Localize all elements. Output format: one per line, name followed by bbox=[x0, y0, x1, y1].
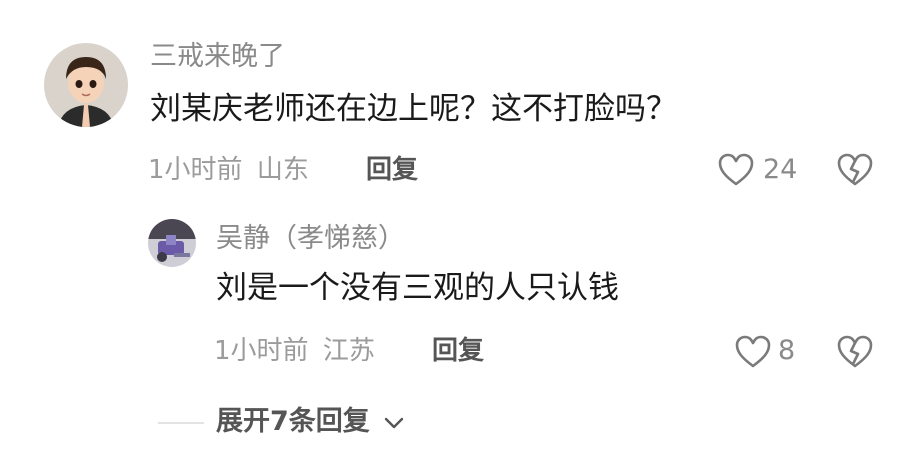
like-button[interactable] bbox=[717, 152, 755, 188]
like-count: 24 bbox=[763, 154, 798, 185]
reply-reply-button[interactable]: 回复 bbox=[432, 338, 484, 364]
broken-heart-icon bbox=[837, 153, 873, 186]
chevron-down-icon bbox=[385, 417, 404, 428]
reply-like-button[interactable] bbox=[734, 334, 772, 370]
heart-outline-icon bbox=[718, 153, 754, 186]
reply-text: 刘是一个没有三观的人只认钱 bbox=[216, 270, 619, 306]
expand-replies-button[interactable]: 展开7条回复 bbox=[216, 408, 405, 435]
comment-location: 山东 bbox=[256, 155, 309, 185]
heart-outline-icon bbox=[735, 335, 771, 368]
expand-divider bbox=[158, 422, 204, 424]
comment-time: 1小时前 bbox=[148, 155, 243, 185]
reply-button[interactable]: 回复 bbox=[366, 157, 418, 183]
reply-avatar[interactable] bbox=[148, 219, 196, 267]
reply-location: 江苏 bbox=[322, 336, 375, 366]
comment-text: 刘某庆老师还在边上呢？这不打脸吗？ bbox=[150, 91, 677, 127]
avatar[interactable] bbox=[44, 43, 128, 127]
comment-meta: 1小时前 山东 bbox=[148, 157, 309, 183]
reply-time: 1小时前 bbox=[214, 336, 309, 366]
reply-username[interactable]: 吴静（孝悌慈） bbox=[216, 225, 405, 252]
reply-dislike-button[interactable] bbox=[836, 334, 874, 370]
expand-replies-label: 展开7条回复 bbox=[216, 406, 370, 437]
reply-like-count: 8 bbox=[778, 335, 796, 366]
broken-heart-icon bbox=[837, 335, 873, 368]
dislike-button[interactable] bbox=[836, 152, 874, 188]
comment-username[interactable]: 三戒来晚了 bbox=[150, 43, 285, 70]
reply-meta: 1小时前 江苏 bbox=[214, 338, 375, 364]
